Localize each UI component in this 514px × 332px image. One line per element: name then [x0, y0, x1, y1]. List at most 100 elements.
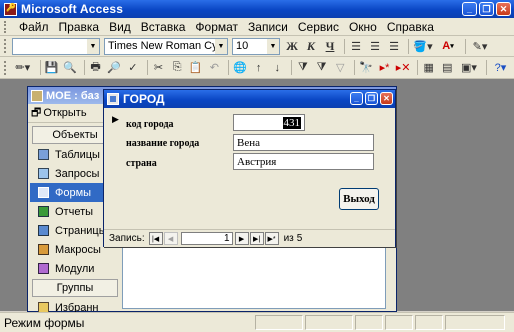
italic-button[interactable]: К — [303, 38, 319, 54]
separator — [228, 60, 230, 75]
font-size-value: 10 — [236, 40, 249, 52]
font-name-value: Times New Roman Cyr — [108, 40, 222, 52]
object-label: Страницы — [55, 224, 107, 237]
align-center-icon[interactable]: ☰ — [367, 38, 383, 54]
object-combo[interactable]: ▼ — [12, 37, 100, 55]
record-total: 5 — [296, 233, 303, 244]
hyperlink-icon[interactable]: 🌐 — [232, 60, 248, 76]
toolbar-grip[interactable] — [4, 39, 8, 53]
exit-button[interactable]: Выход — [339, 188, 379, 210]
menu-bar: Файл Правка Вид Вставка Формат Записи Се… — [0, 18, 514, 36]
menu-edit[interactable]: Правка — [54, 20, 105, 34]
city-code-field[interactable]: 431 — [233, 114, 305, 131]
sort-ascending-icon[interactable]: ↑ — [251, 60, 267, 76]
objects-list[interactable] — [122, 247, 386, 309]
print-icon[interactable]: 🖶 — [88, 60, 104, 76]
chevron-down-icon[interactable]: ▼ — [267, 38, 279, 54]
separator — [354, 60, 356, 75]
form-body: ▶ код города 431 название города Вена ст… — [104, 108, 395, 226]
paste-icon[interactable]: 📋 — [188, 60, 204, 76]
new-object-icon[interactable]: ▣▾ — [458, 60, 480, 76]
sort-descending-icon[interactable]: ↓ — [269, 60, 285, 76]
separator — [83, 60, 85, 75]
copy-icon[interactable]: ⎘ — [169, 60, 185, 76]
cut-icon[interactable]: ✂ — [151, 60, 167, 76]
font-color-icon[interactable]: A ▾ — [437, 38, 459, 54]
minimize-button[interactable]: _ — [462, 2, 477, 16]
open-button[interactable]: 🗗 Открыть — [31, 104, 87, 123]
form-maximize-button[interactable]: ❐ — [365, 92, 378, 105]
current-record-input[interactable]: 1 — [180, 232, 233, 245]
access-key-icon[interactable] — [4, 2, 17, 16]
menu-file[interactable]: Файл — [14, 20, 54, 34]
undo-icon[interactable]: ↶ — [207, 60, 223, 76]
new-record-nav-button[interactable]: ▶* — [264, 232, 279, 245]
next-record-button[interactable]: ▶ — [234, 232, 249, 245]
status-panel — [385, 315, 413, 330]
maximize-button[interactable]: ❐ — [479, 2, 494, 16]
print-preview-icon[interactable]: 🔎 — [106, 60, 122, 76]
groups-header[interactable]: Группы — [32, 279, 118, 297]
align-right-icon[interactable]: ☰ — [386, 38, 402, 54]
object-label: Таблицы — [55, 148, 100, 161]
status-text: Режим формы — [4, 315, 85, 330]
chevron-down-icon[interactable]: ▼ — [87, 38, 99, 54]
menu-format[interactable]: Формат — [190, 20, 243, 34]
country-field[interactable]: Австрия — [233, 153, 374, 170]
previous-record-button[interactable]: ◀ — [163, 232, 178, 245]
save-icon[interactable]: 💾 — [43, 60, 59, 76]
menu-view[interactable]: Вид — [104, 20, 136, 34]
app-title-bar[interactable]: Microsoft Access _ ❐ ✕ — [0, 0, 514, 18]
view-icon[interactable]: ✏▾ — [12, 60, 34, 76]
filter-by-selection-icon[interactable]: ⧩ — [295, 60, 311, 76]
spelling-icon[interactable]: ✓ — [125, 60, 141, 76]
help-icon[interactable]: ?▾ — [490, 60, 512, 76]
separator — [146, 60, 148, 75]
database-window-title: МОЕ : баз — [46, 89, 100, 102]
open-button-label: Открыть — [43, 107, 87, 119]
city-name-field[interactable]: Вена — [233, 134, 374, 151]
database-icon — [31, 89, 43, 102]
fill-color-icon[interactable]: 🪣▾ — [412, 38, 434, 54]
underline-button[interactable]: Ч — [322, 38, 338, 54]
menu-help[interactable]: Справка — [382, 20, 439, 34]
new-record-icon[interactable]: ▸* — [377, 60, 393, 76]
find-icon[interactable]: 🔭 — [358, 60, 374, 76]
object-label: Формы — [55, 186, 92, 199]
menu-tools[interactable]: Сервис — [293, 20, 344, 34]
form-close-button[interactable]: ✕ — [380, 92, 393, 105]
object-label: Макросы — [55, 243, 101, 256]
bold-button[interactable]: Ж — [284, 38, 300, 54]
font-size-combo[interactable]: 10 ▼ — [232, 37, 280, 55]
last-record-button[interactable]: ▶| — [249, 232, 264, 245]
status-panel — [255, 315, 303, 330]
delete-record-icon[interactable]: ▸✕ — [395, 60, 411, 76]
open-form-icon: 🗗 — [31, 106, 42, 119]
filter-by-form-icon[interactable]: ⧩ — [314, 60, 330, 76]
record-selector-icon[interactable]: ▶ — [112, 114, 119, 125]
menu-insert[interactable]: Вставка — [136, 20, 191, 34]
search-file-icon[interactable]: 🔍 — [62, 60, 78, 76]
menu-window[interactable]: Окно — [344, 20, 382, 34]
separator — [291, 60, 293, 75]
form-minimize-button[interactable]: _ — [350, 92, 363, 105]
line-color-icon[interactable]: ✎▾ — [469, 38, 491, 54]
toolbar-grip[interactable] — [4, 60, 8, 75]
apply-filter-icon[interactable]: ▽ — [332, 60, 348, 76]
menu-records[interactable]: Записи — [243, 20, 293, 34]
close-button[interactable]: ✕ — [496, 2, 511, 16]
object-modules[interactable]: Модули — [30, 259, 120, 278]
font-name-combo[interactable]: Times New Roman Cyr ▼ — [104, 37, 228, 55]
separator — [465, 38, 466, 54]
object-label: Модули — [55, 262, 95, 275]
properties-icon[interactable]: ▦ — [421, 60, 437, 76]
first-record-button[interactable]: |◀ — [148, 232, 163, 245]
form-title-bar[interactable]: ГОРОД _ ❐ ✕ — [104, 90, 395, 108]
status-panel — [355, 315, 383, 330]
status-bar: Режим формы — [0, 312, 514, 332]
form-window-city[interactable]: ГОРОД _ ❐ ✕ ▶ код города 431 название го… — [103, 89, 396, 247]
align-left-icon[interactable]: ☰ — [348, 38, 364, 54]
menu-grip[interactable] — [4, 20, 8, 33]
chevron-down-icon[interactable]: ▼ — [215, 38, 227, 54]
database-window-icon[interactable]: ▤ — [440, 60, 456, 76]
